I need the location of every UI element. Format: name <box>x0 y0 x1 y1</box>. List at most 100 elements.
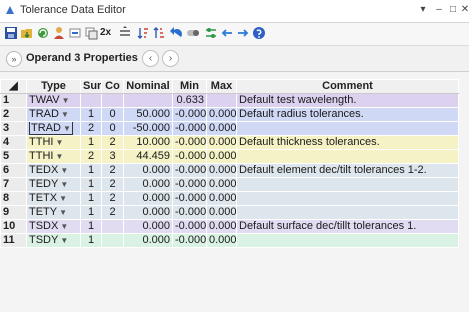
operand-type[interactable]: TRAD ▼ <box>29 122 73 135</box>
operand-type[interactable]: TEDY ▼ <box>29 179 68 191</box>
comment-cell[interactable]: Default element dec/tilt tolerances 1-2. <box>236 163 459 178</box>
comment-cell[interactable] <box>236 191 459 206</box>
help-icon[interactable] <box>252 26 266 40</box>
dropdown-arrow-icon[interactable]: ▼ <box>55 152 63 161</box>
row-number[interactable]: 4 <box>0 135 27 150</box>
column-header-max[interactable]: Max <box>206 79 237 94</box>
type-cell[interactable]: TSDX ▼ <box>26 219 81 234</box>
sur-cell[interactable]: 2 <box>80 149 102 164</box>
co-cell[interactable] <box>101 93 124 108</box>
row-number[interactable]: 1 <box>0 93 27 108</box>
min-cell[interactable]: -0.000 <box>172 177 207 192</box>
undo-icon[interactable] <box>170 26 184 40</box>
co-cell[interactable]: 0 <box>101 121 124 136</box>
type-cell[interactable]: TETY ▼ <box>26 205 81 220</box>
comment-cell[interactable] <box>236 121 459 136</box>
sort-icon[interactable] <box>118 26 132 40</box>
row-number[interactable]: 3 <box>0 121 27 136</box>
min-cell[interactable]: -0.000 <box>172 191 207 206</box>
duplicate-icon[interactable] <box>84 26 98 40</box>
table-row[interactable]: 4 TTHI ▼ 1 2 10.000 -0.000 0.000 Default thickne… <box>0 135 459 150</box>
column-header-co[interactable]: Co <box>101 79 124 94</box>
comment-cell[interactable]: Default test wavelength. <box>236 93 459 108</box>
sur-cell[interactable]: 1 <box>80 233 102 248</box>
table-row[interactable]: 8 TETX ▼ 1 2 0.000 -0.000 0.000 <box>0 191 459 206</box>
dropdown-arrow-icon[interactable]: ▼ <box>62 96 70 105</box>
min-cell[interactable]: -0.000 <box>172 121 207 136</box>
row-number[interactable]: 7 <box>0 177 27 192</box>
save-icon[interactable] <box>4 26 18 40</box>
sur-cell[interactable]: 1 <box>80 163 102 178</box>
nominal-cell[interactable]: 50.000 <box>123 107 173 122</box>
max-cell[interactable] <box>206 93 237 108</box>
comment-cell[interactable] <box>236 233 459 248</box>
table-row[interactable]: 6 TEDX ▼ 1 2 0.000 -0.000 0.000 Default element … <box>0 163 459 178</box>
min-cell[interactable]: -0.000 <box>172 233 207 248</box>
expand-properties-button[interactable]: » <box>6 51 22 67</box>
nominal-cell[interactable]: 10.000 <box>123 135 173 150</box>
column-header-sur[interactable]: Sur <box>80 79 102 94</box>
min-cell[interactable]: -0.000 <box>172 135 207 150</box>
toggle-icon[interactable] <box>186 26 200 40</box>
nominal-cell[interactable]: 0.000 <box>123 205 173 220</box>
type-cell[interactable]: TTHI ▼ <box>26 135 81 150</box>
nominal-cell[interactable]: 0.000 <box>123 219 173 234</box>
co-cell[interactable]: 2 <box>101 205 124 220</box>
table-row[interactable]: 9 TETY ▼ 1 2 0.000 -0.000 0.000 <box>0 205 459 220</box>
co-cell[interactable]: 3 <box>101 149 124 164</box>
dropdown-arrow-icon[interactable]: ▼ <box>60 180 68 189</box>
co-cell[interactable]: 0 <box>101 107 124 122</box>
nominal-cell[interactable]: 0.000 <box>123 163 173 178</box>
sur-cell[interactable]: 1 <box>80 107 102 122</box>
max-cell[interactable]: 0.000 <box>206 177 237 192</box>
nominal-cell[interactable]: 0.000 <box>123 177 173 192</box>
times-two-icon[interactable]: 2x <box>100 26 116 40</box>
sort-desc-icon[interactable] <box>136 26 150 40</box>
comment-cell[interactable] <box>236 177 459 192</box>
co-cell[interactable]: 2 <box>101 191 124 206</box>
type-cell[interactable]: TETX ▼ <box>26 191 81 206</box>
arrow-right-icon[interactable] <box>236 26 250 40</box>
type-cell[interactable]: TWAV ▼ <box>26 93 81 108</box>
dropdown-arrow-icon[interactable]: ▼ <box>60 236 68 245</box>
operand-type[interactable]: TTHI ▼ <box>29 151 63 163</box>
max-cell[interactable]: 0.000 <box>206 121 237 136</box>
arrow-left-icon[interactable] <box>220 26 234 40</box>
row-number[interactable]: 9 <box>0 205 27 220</box>
nominal-cell[interactable]: 0.000 <box>123 191 173 206</box>
next-operand-button[interactable]: › <box>162 50 179 67</box>
dropdown-arrow-icon[interactable]: ▼ <box>55 138 63 147</box>
load-icon[interactable] <box>20 26 34 40</box>
table-row[interactable]: 11 TSDY ▼ 1 0.000 -0.000 0.000 <box>0 233 459 248</box>
comment-cell[interactable]: Default radius tolerances. <box>236 107 459 122</box>
dropdown-arrow-icon[interactable]: ▼ <box>60 222 68 231</box>
min-cell[interactable]: -0.000 <box>172 163 207 178</box>
co-cell[interactable]: 2 <box>101 135 124 150</box>
min-cell[interactable]: -0.000 <box>172 219 207 234</box>
sur-cell[interactable]: 2 <box>80 121 102 136</box>
dropdown-arrow-icon[interactable]: ▼ <box>61 110 69 119</box>
sliders-icon[interactable] <box>204 26 218 40</box>
dropdown-arrow-icon[interactable]: ▼ <box>59 194 67 203</box>
min-cell[interactable]: 0.633 <box>172 93 207 108</box>
column-header-nominal[interactable]: Nominal <box>123 79 173 94</box>
type-cell[interactable]: TEDX ▼ <box>26 163 81 178</box>
co-cell[interactable]: 2 <box>101 163 124 178</box>
min-cell[interactable]: -0.000 <box>172 149 207 164</box>
row-number[interactable]: 2 <box>0 107 27 122</box>
reload-icon[interactable] <box>36 26 50 40</box>
wizard-icon[interactable] <box>52 26 66 40</box>
type-cell[interactable]: TRAD ▼ <box>26 107 81 122</box>
operand-type[interactable]: TSDY ▼ <box>29 235 68 247</box>
dropdown-arrow-icon[interactable]: ▼ <box>59 208 67 217</box>
max-cell[interactable]: 0.000 <box>206 107 237 122</box>
comment-cell[interactable] <box>236 205 459 220</box>
nominal-cell[interactable] <box>123 93 173 108</box>
type-cell[interactable]: TRAD ▼ <box>26 121 81 136</box>
operand-type[interactable]: TETY ▼ <box>29 207 67 219</box>
max-cell[interactable]: 0.000 <box>206 219 237 234</box>
sur-cell[interactable]: 1 <box>80 219 102 234</box>
comment-cell[interactable]: Default surface dec/tillt tolerances 1. <box>236 219 459 234</box>
max-cell[interactable]: 0.000 <box>206 149 237 164</box>
max-cell[interactable]: 0.000 <box>206 135 237 150</box>
